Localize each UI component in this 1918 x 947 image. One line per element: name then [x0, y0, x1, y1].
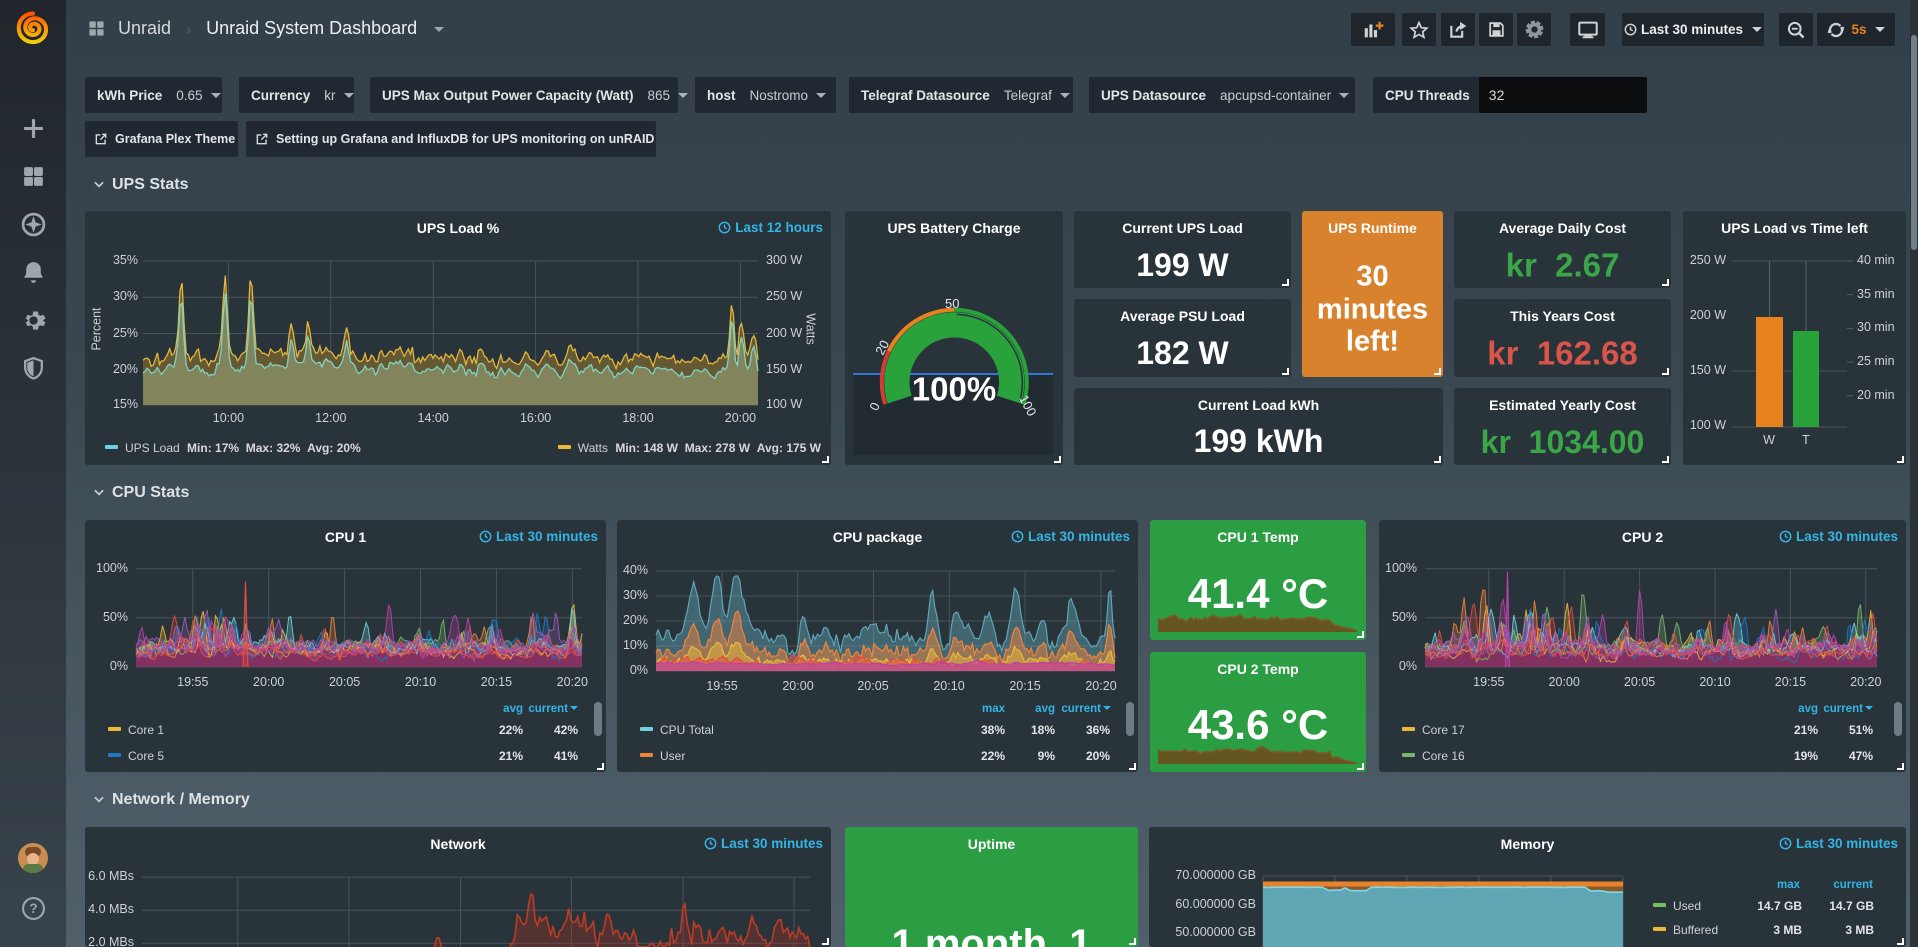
svg-text:?: ? [29, 901, 37, 916]
